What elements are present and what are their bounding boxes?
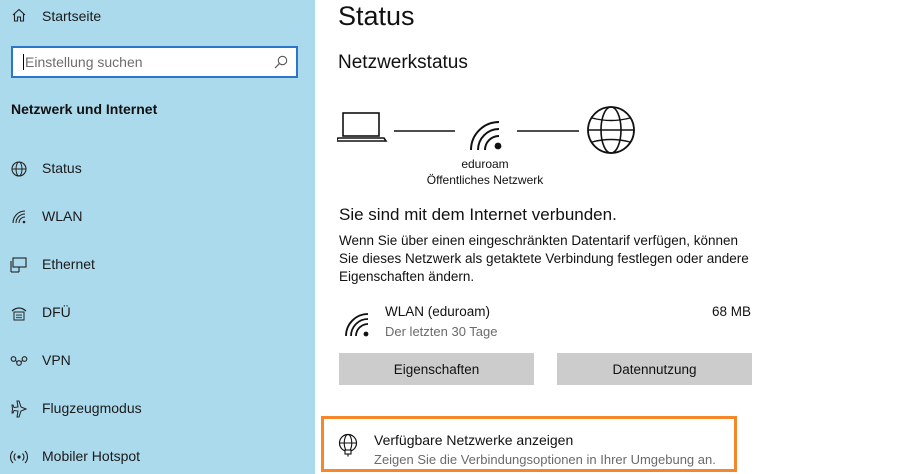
hotspot-icon bbox=[10, 450, 28, 464]
section-title: Netzwerk und Internet bbox=[11, 101, 158, 117]
search-icon[interactable] bbox=[273, 54, 289, 70]
airplane-icon bbox=[11, 400, 28, 418]
sidebar-item-label: WLAN bbox=[42, 208, 83, 224]
main-content: Status Netzwerkstatus eduroam Öffentlich… bbox=[315, 0, 909, 474]
available-networks-title: Verfügbare Netzwerke anzeigen bbox=[374, 432, 574, 448]
search-box[interactable] bbox=[11, 46, 298, 78]
sidebar-item-vpn[interactable]: VPN bbox=[0, 340, 315, 380]
data-usage-summary: WLAN (eduroam) Der letzten 30 Tage 68 MB bbox=[339, 302, 751, 346]
wifi-icon bbox=[12, 210, 26, 224]
internet-globe-icon bbox=[587, 106, 635, 154]
sidebar-item-ethernet[interactable]: Ethernet bbox=[0, 244, 315, 284]
sidebar-item-label: Status bbox=[42, 160, 82, 176]
sidebar-item-status[interactable]: Status bbox=[0, 148, 315, 188]
show-available-networks-link[interactable]: Verfügbare Netzwerke anzeigen Zeigen Sie… bbox=[321, 416, 737, 472]
sidebar-item-mobiler-hotspot[interactable]: Mobiler Hotspot bbox=[0, 436, 315, 474]
sidebar-item-label: Mobiler Hotspot bbox=[42, 448, 141, 464]
connection-status-text: Sie sind mit dem Internet verbunden. bbox=[339, 205, 617, 224]
page-title: Status bbox=[338, 1, 415, 31]
network-type: Öffentliches Netzwerk bbox=[426, 173, 544, 187]
usage-network-name: WLAN (eduroam) bbox=[385, 304, 491, 319]
network-name: eduroam bbox=[461, 157, 509, 171]
sidebar-item-wlan[interactable]: WLAN bbox=[0, 196, 315, 236]
text-caret bbox=[23, 54, 24, 70]
wifi-icon bbox=[345, 313, 369, 337]
connection-description: Wenn Sie über einen eingeschränkten Date… bbox=[339, 233, 749, 284]
usage-period: Der letzten 30 Tage bbox=[385, 324, 498, 339]
dialup-icon bbox=[11, 307, 27, 321]
search-input[interactable] bbox=[25, 48, 265, 76]
wifi-signal-icon bbox=[470, 121, 502, 151]
available-networks-subtitle: Zeigen Sie die Verbindungsoptionen in Ih… bbox=[374, 452, 716, 467]
ethernet-icon bbox=[10, 257, 27, 273]
sidebar-item-label: Ethernet bbox=[42, 256, 95, 272]
properties-button[interactable]: Eigenschaften bbox=[339, 353, 534, 385]
laptop-icon bbox=[337, 112, 388, 142]
data-usage-button[interactable]: Datennutzung bbox=[557, 353, 752, 385]
status-globe-icon bbox=[11, 161, 27, 177]
usage-amount: 68 MB bbox=[711, 304, 751, 319]
sidebar-item-flugzeugmodus[interactable]: Flugzeugmodus bbox=[0, 388, 315, 428]
vpn-icon bbox=[10, 356, 28, 366]
home-icon bbox=[12, 8, 26, 22]
home-link[interactable]: Startseite bbox=[0, 0, 315, 36]
home-label: Startseite bbox=[42, 8, 102, 24]
sidebar-item-dfue[interactable]: DFÜ bbox=[0, 292, 315, 332]
sidebar: Startseite Netzwerk und Internet Status … bbox=[0, 0, 315, 474]
network-status-heading: Netzwerkstatus bbox=[338, 52, 468, 73]
sidebar-item-label: DFÜ bbox=[42, 304, 71, 320]
sidebar-item-label: VPN bbox=[42, 352, 71, 368]
sidebar-item-label: Flugzeugmodus bbox=[42, 400, 142, 416]
globe-network-icon bbox=[338, 433, 358, 457]
